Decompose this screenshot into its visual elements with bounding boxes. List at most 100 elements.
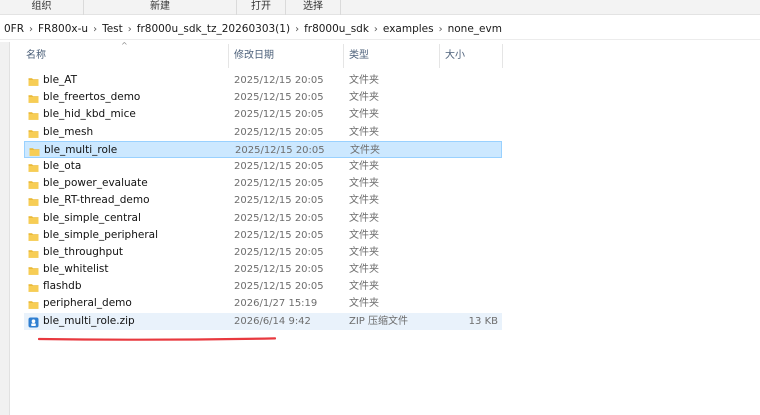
- file-name: ble_mesh: [43, 125, 94, 138]
- file-date-modified: 2026/6/14 9:42: [234, 315, 311, 327]
- file-date-modified: 2025/12/15 20:05: [234, 92, 324, 104]
- file-type: 文件夹: [349, 92, 379, 104]
- file-row[interactable]: ble_multi_role.zip 2026/6/14 9:42 ZIP 压缩文件…: [24, 312, 502, 330]
- chevron-right-icon[interactable]: ›: [125, 24, 135, 35]
- ribbon-group-open: 打开: [251, 1, 271, 12]
- file-row-selected[interactable]: ble_multi_role 2025/12/15 20:05 文件夹: [24, 140, 502, 158]
- file-row[interactable]: ble_simple_peripheral 2025/12/15 20:05 文件夹: [24, 227, 502, 244]
- column-divider[interactable]: [228, 44, 229, 68]
- file-type: 文件夹: [349, 160, 379, 172]
- file-date-modified: 2025/12/15 20:05: [234, 109, 324, 121]
- file-name: ble_freertos_demo: [43, 91, 141, 104]
- file-type: 文件夹: [349, 281, 379, 293]
- file-type: 文件夹: [349, 298, 379, 310]
- file-row[interactable]: ble_throughput 2025/12/15 20:05 文件夹: [24, 244, 502, 261]
- ribbon-group-organize: 组织: [31, 1, 52, 12]
- file-list: ble_AT 2025/12/15 20:05 文件夹 ble_freertos_de…: [24, 72, 502, 330]
- ribbon-group-labels: 组织 新建 打开 选择: [0, 0, 760, 15]
- file-date-modified: 2025/12/15 20:05: [234, 264, 324, 276]
- file-row[interactable]: ble_RT-thread_demo 2025/12/15 20:05 文件夹: [24, 192, 502, 209]
- breadcrumb-item-current[interactable]: none_evm: [446, 23, 504, 35]
- file-row[interactable]: ble_power_evaluate 2025/12/15 20:05 文件夹: [24, 175, 502, 192]
- breadcrumb-item[interactable]: FR800x-u: [36, 23, 90, 35]
- annotation-underline: [38, 337, 276, 341]
- file-name: ble_hid_kbd_mice: [43, 108, 136, 121]
- folder-icon: [29, 145, 40, 156]
- file-row[interactable]: ble_mesh 2025/12/15 20:05 文件夹: [24, 124, 502, 141]
- breadcrumb-item[interactable]: fr8000u_sdk_tz_20260303(1): [135, 23, 292, 35]
- file-name: ble_multi_role: [44, 143, 118, 156]
- file-type: 文件夹: [349, 75, 379, 86]
- file-date-modified: 2025/12/15 20:05: [234, 246, 324, 258]
- chevron-right-icon[interactable]: ›: [436, 24, 446, 35]
- folder-icon: [28, 213, 39, 224]
- file-row[interactable]: ble_AT 2025/12/15 20:05 文件夹: [24, 72, 502, 89]
- chevron-right-icon[interactable]: ›: [26, 24, 36, 35]
- column-header-date-modified[interactable]: 修改日期: [234, 44, 274, 68]
- folder-icon: [28, 178, 39, 189]
- file-row[interactable]: ble_whitelist 2025/12/15 20:05 文件夹: [24, 261, 502, 278]
- navigation-pane[interactable]: [0, 42, 10, 415]
- file-type: 文件夹: [349, 126, 379, 138]
- file-row[interactable]: ble_hid_kbd_mice 2025/12/15 20:05 文件夹: [24, 106, 502, 123]
- ribbon-group-new: 新建: [150, 1, 170, 12]
- chevron-right-icon[interactable]: ›: [90, 24, 100, 35]
- file-row[interactable]: peripheral_demo 2026/1/27 15:19 文件夹: [24, 295, 502, 312]
- file-row[interactable]: ble_simple_central 2025/12/15 20:05 文件夹: [24, 210, 502, 227]
- chevron-right-icon[interactable]: ›: [371, 24, 381, 35]
- file-date-modified: 2025/12/15 20:05: [234, 229, 324, 241]
- column-header-size[interactable]: 大小: [445, 44, 465, 68]
- file-type: 文件夹: [349, 109, 379, 121]
- file-size: 13 KB: [468, 315, 498, 327]
- column-divider[interactable]: [502, 44, 503, 68]
- column-divider[interactable]: [343, 44, 344, 68]
- file-type: 文件夹: [349, 178, 379, 190]
- breadcrumb-item[interactable]: fr8000u_sdk: [302, 23, 371, 35]
- file-name: peripheral_demo: [43, 297, 132, 310]
- file-name: ble_whitelist: [43, 263, 109, 276]
- file-type: 文件夹: [349, 246, 379, 258]
- file-row[interactable]: ble_freertos_demo 2025/12/15 20:05 文件夹: [24, 89, 502, 106]
- folder-icon: [28, 161, 39, 172]
- file-type: 文件夹: [349, 212, 379, 224]
- file-name: ble_simple_central: [43, 211, 141, 224]
- folder-icon: [28, 298, 39, 310]
- file-date-modified: 2025/12/15 20:05: [234, 126, 324, 138]
- file-name: ble_power_evaluate: [43, 177, 148, 190]
- folder-icon: [28, 195, 39, 207]
- sort-ascending-icon: ^: [121, 41, 128, 50]
- folder-icon: [28, 109, 39, 121]
- column-header-type[interactable]: 类型: [349, 44, 369, 68]
- breadcrumb-item[interactable]: examples: [381, 23, 436, 35]
- folder-icon: [28, 75, 39, 86]
- ribbon-group-select: 选择: [303, 1, 323, 12]
- column-header-name[interactable]: 名称: [26, 44, 46, 68]
- folder-icon: [28, 281, 39, 293]
- file-type: 文件夹: [349, 229, 379, 241]
- file-name: ble_multi_role.zip: [43, 314, 135, 327]
- file-type: ZIP 压缩文件: [349, 315, 409, 327]
- file-date-modified: 2025/12/15 20:05: [234, 75, 324, 86]
- file-date-modified: 2025/12/15 20:05: [234, 212, 324, 224]
- address-bar[interactable]: 0FR › FR800x-u › Test › fr8000u_sdk_tz_2…: [0, 18, 760, 40]
- ribbon-divider: [340, 0, 341, 15]
- breadcrumb-item[interactable]: Test: [100, 23, 125, 35]
- chevron-right-icon[interactable]: ›: [292, 24, 302, 35]
- file-date-modified: 2026/1/27 15:19: [234, 298, 318, 310]
- file-date-modified: 2025/12/15 20:05: [234, 281, 324, 293]
- column-divider[interactable]: [439, 44, 440, 68]
- file-row[interactable]: ble_ota 2025/12/15 20:05 文件夹: [24, 158, 502, 175]
- zip-archive-icon: [28, 316, 39, 328]
- file-row[interactable]: flashdb 2025/12/15 20:05 文件夹: [24, 278, 502, 295]
- folder-icon: [28, 230, 39, 241]
- file-type: 文件夹: [349, 264, 379, 276]
- file-name: flashdb: [43, 280, 82, 293]
- file-date-modified: 2025/12/15 20:05: [234, 160, 324, 172]
- file-name: ble_RT-thread_demo: [43, 194, 150, 207]
- file-name: ble_AT: [43, 74, 78, 86]
- file-name: ble_throughput: [43, 245, 123, 258]
- folder-icon: [28, 264, 39, 275]
- file-date-modified: 2025/12/15 20:05: [234, 178, 324, 190]
- breadcrumb-item[interactable]: 0FR: [2, 23, 26, 35]
- breadcrumb: 0FR › FR800x-u › Test › fr8000u_sdk_tz_2…: [2, 18, 504, 40]
